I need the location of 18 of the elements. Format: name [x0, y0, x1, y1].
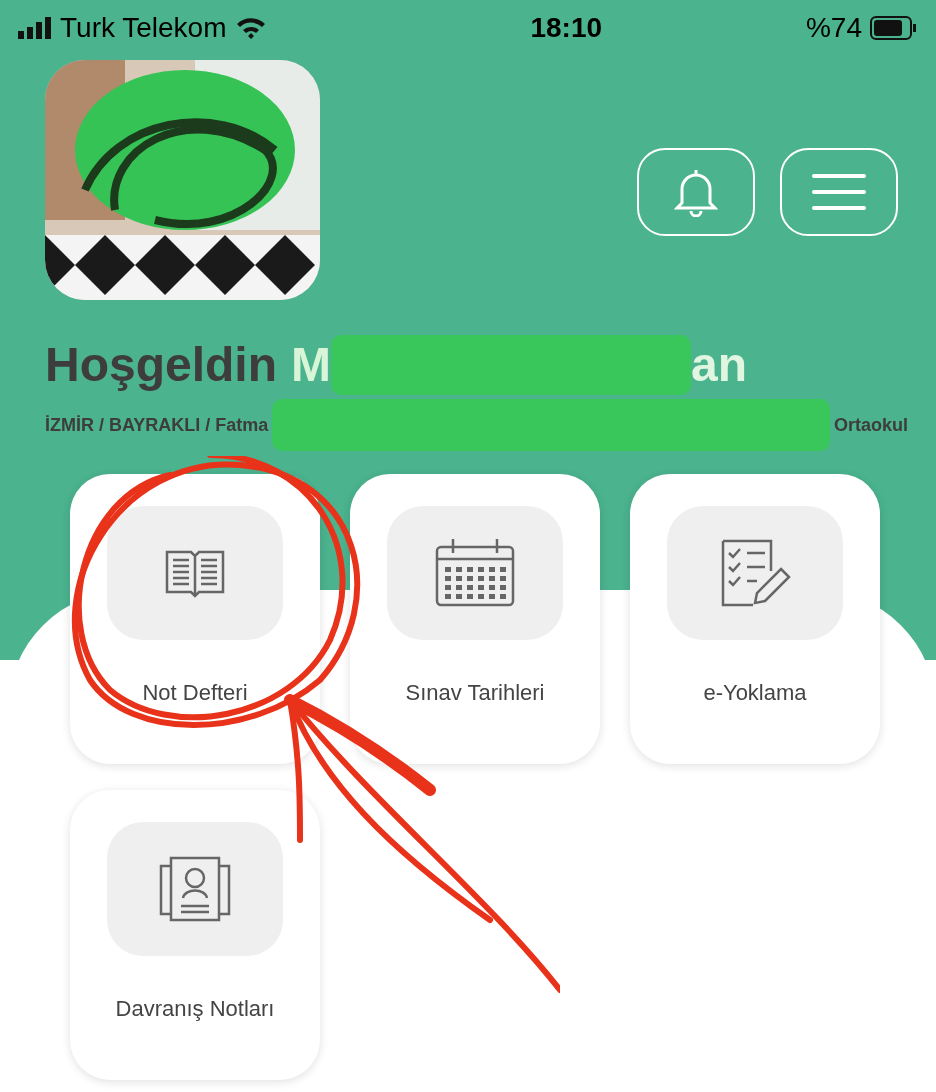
status-time: 18:10 [530, 11, 603, 45]
battery-percent: %74 [805, 11, 862, 45]
menu-card[interactable]: e-Yoklama [630, 474, 880, 764]
menu-card[interactable]: Davranış Notları [70, 790, 320, 1080]
menu-card[interactable]: Sınav Tarihleri [350, 474, 600, 764]
menu-icon [811, 173, 867, 211]
carrier-name: Turk Telekom [60, 11, 227, 45]
location-text: İZMİR / BAYRAKLI / Fatma [45, 413, 269, 437]
school-text: Ortaokul [834, 413, 908, 437]
menu-button[interactable] [780, 148, 898, 236]
name-text: an [691, 337, 747, 393]
greeting-title: Hoşgeldin [45, 337, 277, 393]
notification-button[interactable] [637, 148, 755, 236]
battery-icon [870, 16, 918, 40]
bell-icon [674, 167, 718, 217]
name-text: M [291, 337, 331, 393]
signal-icon [18, 17, 52, 39]
calendar-icon [433, 537, 517, 609]
